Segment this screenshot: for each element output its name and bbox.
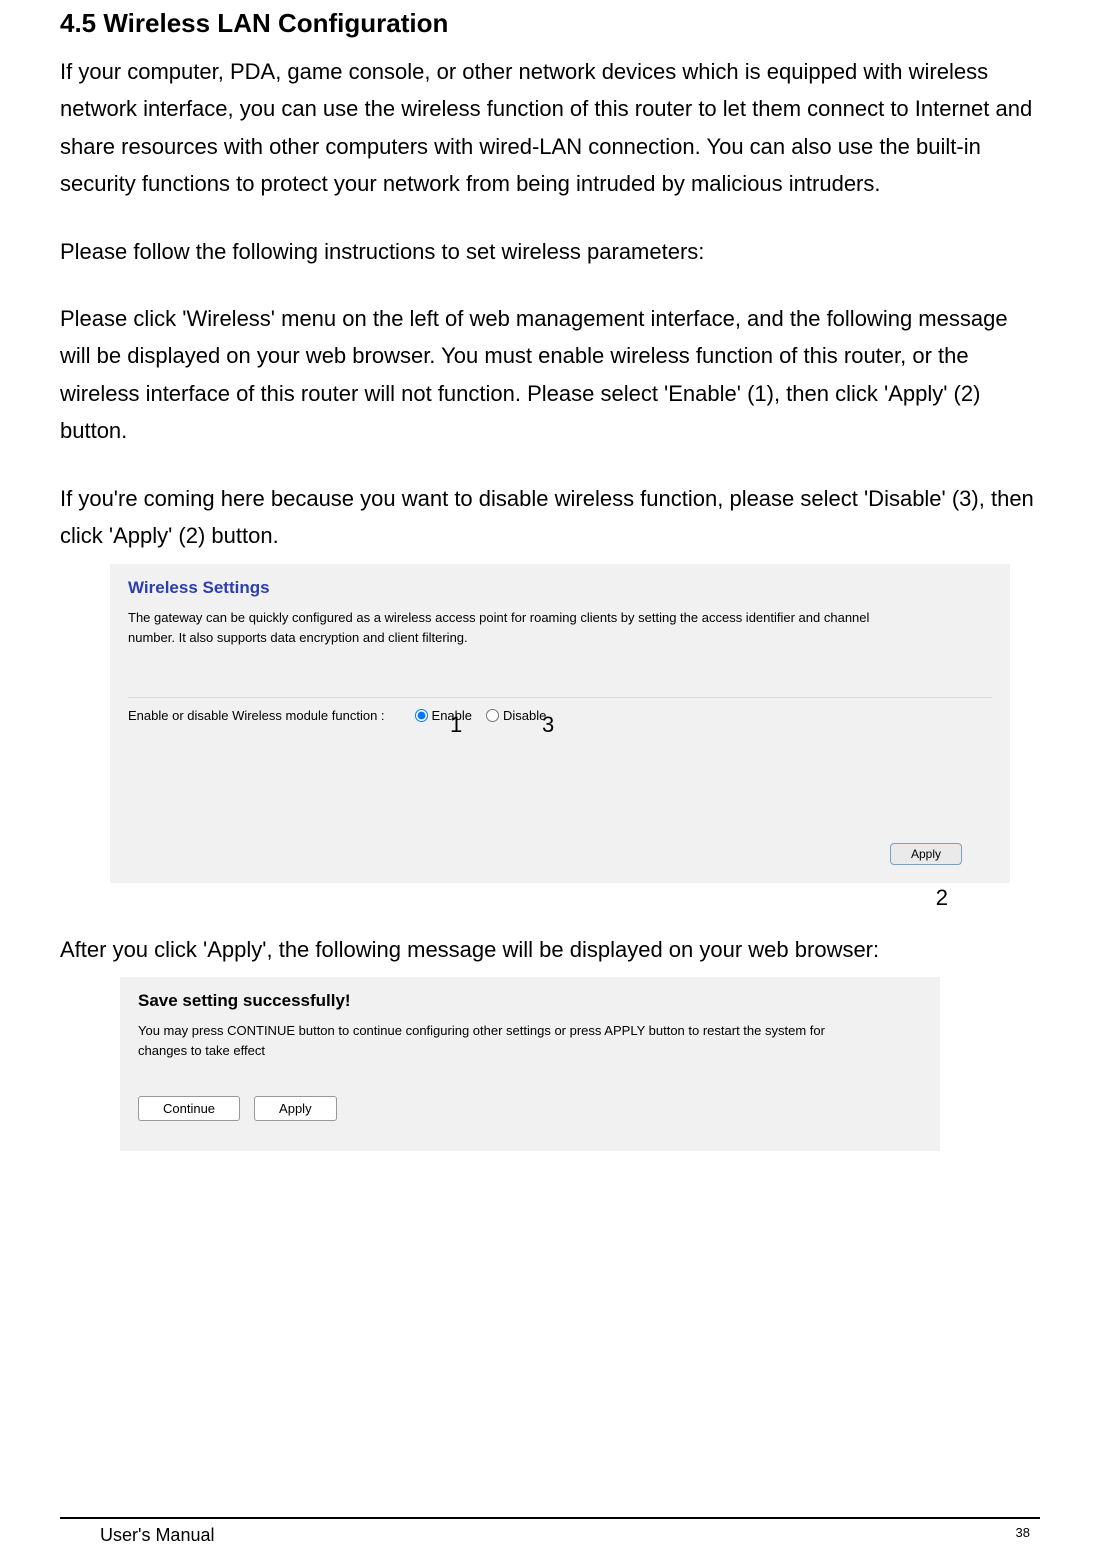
footer-manual-label: User's Manual [100, 1525, 214, 1546]
enable-radio[interactable]: Enable [415, 708, 472, 723]
annotation-1: 1 [450, 712, 462, 738]
paragraph-instructions: Please click 'Wireless' menu on the left… [60, 300, 1040, 450]
save-success-panel: Save setting successfully! You may press… [120, 977, 940, 1152]
panel-title: Wireless Settings [128, 578, 992, 598]
annotation-2: 2 [936, 885, 948, 911]
wireless-settings-panel: Wireless Settings The gateway can be qui… [110, 564, 1010, 883]
wireless-enable-row: Enable or disable Wireless module functi… [128, 708, 992, 723]
apply-button-2[interactable]: Apply [254, 1096, 337, 1121]
annotation-3: 3 [542, 712, 554, 738]
disable-radio-label: Disable [503, 708, 546, 723]
apply-button[interactable]: Apply [890, 843, 962, 865]
save-title: Save setting successfully! [138, 991, 922, 1011]
disable-radio-input[interactable] [486, 709, 499, 722]
paragraph-intro: If your computer, PDA, game console, or … [60, 53, 1040, 203]
divider [128, 697, 992, 698]
paragraph-disable: If you're coming here because you want t… [60, 480, 1040, 555]
footer-page-number: 38 [1016, 1525, 1030, 1546]
paragraph-follow: Please follow the following instructions… [60, 233, 1040, 270]
disable-radio[interactable]: Disable [486, 708, 546, 723]
section-heading: 4.5 Wireless LAN Configuration [60, 8, 1040, 39]
continue-button[interactable]: Continue [138, 1096, 240, 1121]
enable-radio-input[interactable] [415, 709, 428, 722]
paragraph-after-apply: After you click 'Apply', the following m… [60, 931, 1040, 968]
panel-description: The gateway can be quickly configured as… [128, 608, 908, 647]
wireless-enable-label: Enable or disable Wireless module functi… [128, 708, 385, 723]
save-description: You may press CONTINUE button to continu… [138, 1021, 838, 1063]
footer-divider [60, 1517, 1040, 1519]
page-footer: User's Manual 38 [0, 1517, 1100, 1546]
